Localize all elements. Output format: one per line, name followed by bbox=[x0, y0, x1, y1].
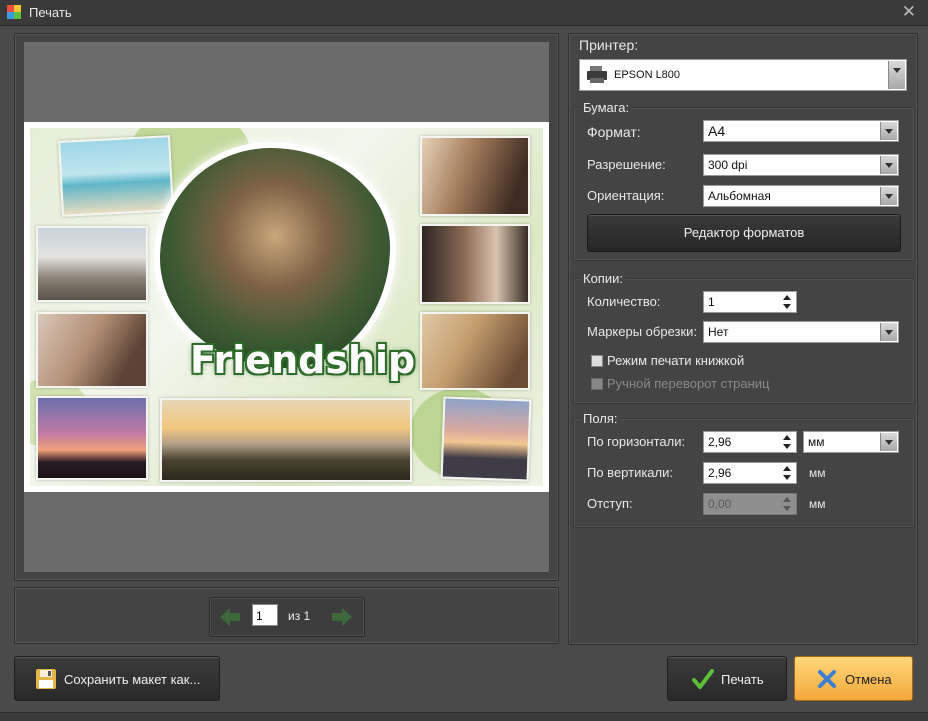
spin-arrows-icon[interactable] bbox=[781, 293, 793, 311]
next-page-arrow-icon[interactable] bbox=[330, 606, 354, 628]
copies-section-title: Копии: bbox=[581, 271, 625, 286]
chevron-down-icon[interactable] bbox=[880, 323, 897, 341]
resolution-value: 300 dpi bbox=[708, 158, 748, 172]
page-count-label: из 1 bbox=[288, 609, 311, 623]
margins-section-title: Поля: bbox=[581, 411, 620, 426]
printer-name: EPSON L800 bbox=[614, 69, 681, 81]
print-preview-area: Friendship bbox=[24, 42, 549, 572]
pager: 1 из 1 bbox=[209, 597, 365, 637]
cancel-label: Отмена bbox=[845, 672, 892, 687]
printer-icon bbox=[587, 66, 607, 83]
window-title: Печать bbox=[29, 5, 72, 20]
horizontal-margin-value: 2,96 bbox=[708, 435, 732, 449]
resolution-label: Разрешение: bbox=[587, 157, 666, 172]
print-label: Печать bbox=[721, 672, 764, 687]
crop-marks-value: Нет bbox=[708, 325, 729, 339]
printer-label: Принтер: bbox=[579, 37, 639, 53]
printer-select[interactable]: EPSON L800 bbox=[579, 59, 907, 91]
chevron-down-icon[interactable] bbox=[880, 433, 897, 451]
chevron-down-icon[interactable] bbox=[888, 61, 905, 89]
cancel-button[interactable]: Отмена bbox=[794, 656, 913, 701]
previous-page-arrow-icon[interactable] bbox=[218, 606, 242, 628]
photo-group-right-1 bbox=[420, 136, 530, 216]
chevron-down-icon[interactable] bbox=[880, 156, 897, 174]
cross-icon bbox=[818, 670, 836, 688]
crop-marks-label: Маркеры обрезки: bbox=[587, 324, 698, 339]
photo-city-sunset bbox=[160, 398, 412, 482]
save-layout-label: Сохранить макет как... bbox=[64, 672, 201, 687]
indent-label: Отступ: bbox=[587, 496, 633, 511]
vertical-margin-value: 2,96 bbox=[708, 466, 732, 480]
photo-street bbox=[36, 226, 148, 302]
print-button[interactable]: Печать bbox=[667, 656, 787, 701]
units-value: мм bbox=[808, 435, 825, 449]
collage-title: Friendship bbox=[190, 338, 416, 382]
orientation-value: Альбомная bbox=[708, 189, 771, 203]
manual-flip-checkbox[interactable] bbox=[591, 378, 603, 390]
photo-sunset-jump bbox=[36, 396, 148, 480]
indent-unit-label: мм bbox=[809, 497, 826, 511]
indent-stepper[interactable]: 0,00 bbox=[703, 493, 797, 515]
paper-sheet: Friendship bbox=[24, 122, 549, 492]
format-label: Формат: bbox=[587, 124, 641, 140]
photo-beach bbox=[58, 135, 174, 217]
collage-image: Friendship bbox=[30, 128, 543, 486]
horizontal-margin-label: По горизонтали: bbox=[587, 434, 686, 449]
save-layout-button[interactable]: Сохранить макет как... bbox=[14, 656, 220, 701]
settings-panel: Принтер: EPSON L800 Бумага: Формат: A4 Р… bbox=[568, 33, 918, 645]
format-value: A4 bbox=[708, 123, 726, 139]
photo-beach-dusk bbox=[440, 396, 532, 482]
vertical-margin-stepper[interactable]: 2,96 bbox=[703, 462, 797, 484]
format-select[interactable]: A4 bbox=[703, 120, 899, 142]
spin-arrows-icon[interactable] bbox=[781, 464, 793, 482]
photo-main-friends bbox=[160, 148, 390, 368]
horizontal-margin-stepper[interactable]: 2,96 bbox=[703, 431, 797, 453]
crop-marks-select[interactable]: Нет bbox=[703, 321, 899, 343]
photo-two-friends bbox=[420, 312, 530, 390]
photo-selfie bbox=[36, 312, 148, 388]
app-icon bbox=[7, 5, 21, 19]
chevron-down-icon[interactable] bbox=[880, 187, 897, 205]
indent-value: 0,00 bbox=[708, 497, 732, 511]
booklet-mode-checkbox[interactable] bbox=[591, 355, 603, 367]
spin-arrows-icon[interactable] bbox=[781, 433, 793, 451]
photo-hands bbox=[420, 224, 530, 304]
vertical-margin-label: По вертикали: bbox=[587, 465, 673, 480]
spin-arrows-icon[interactable] bbox=[781, 495, 793, 513]
paper-section-title: Бумага: bbox=[581, 100, 632, 115]
booklet-mode-label: Режим печати книжкой bbox=[607, 353, 745, 368]
close-icon[interactable]: ✕ bbox=[902, 2, 916, 22]
orientation-select[interactable]: Альбомная bbox=[703, 185, 899, 207]
orientation-label: Ориентация: bbox=[587, 188, 665, 203]
preview-panel: Friendship bbox=[14, 33, 559, 581]
copies-count-stepper[interactable]: 1 bbox=[703, 291, 797, 313]
chevron-down-icon[interactable] bbox=[880, 122, 897, 140]
checkmark-icon bbox=[692, 669, 714, 689]
resolution-select[interactable]: 300 dpi bbox=[703, 154, 899, 176]
vertical-unit-label: мм bbox=[809, 466, 826, 480]
title-bar: Печать ✕ bbox=[0, 0, 928, 26]
page-navigation-panel: 1 из 1 bbox=[14, 587, 559, 644]
floppy-disk-icon bbox=[36, 669, 56, 689]
units-select[interactable]: мм bbox=[803, 431, 899, 453]
manual-flip-label: Ручной переворот страниц bbox=[607, 376, 770, 391]
copies-count-label: Количество: bbox=[587, 294, 661, 309]
page-number-input[interactable]: 1 bbox=[252, 604, 278, 626]
format-editor-button[interactable]: Редактор форматов bbox=[587, 214, 901, 252]
copies-count-value: 1 bbox=[708, 295, 715, 309]
